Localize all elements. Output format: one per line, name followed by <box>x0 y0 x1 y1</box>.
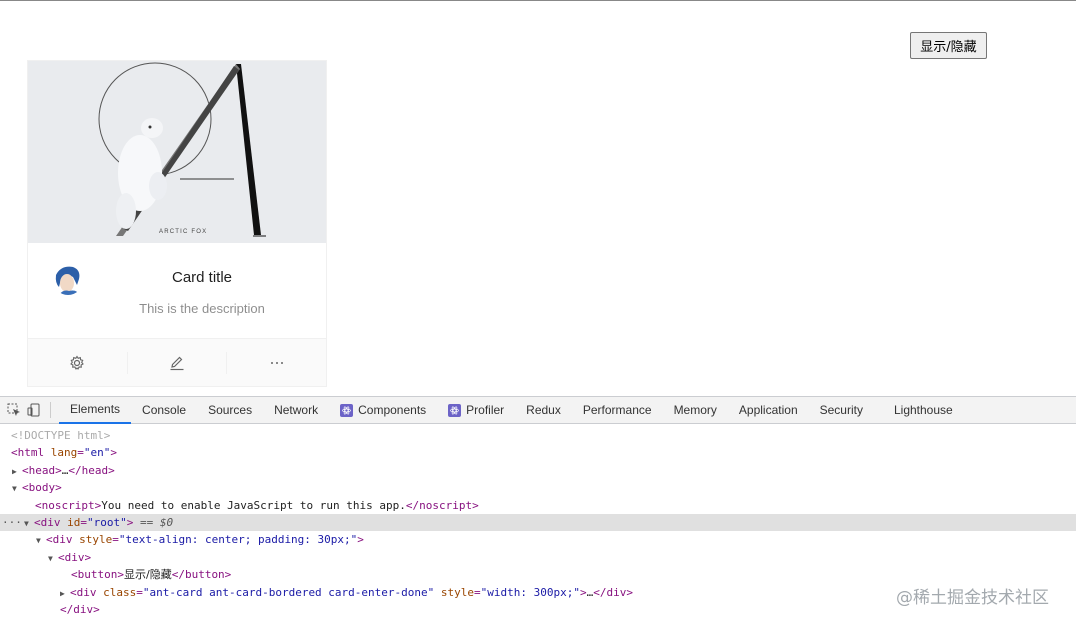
toggle-show-hide-button[interactable]: 显示/隐藏 <box>910 32 987 59</box>
edit-action[interactable] <box>126 351 227 374</box>
tab-components[interactable]: Components <box>329 397 437 424</box>
inspect-element-icon[interactable] <box>4 400 24 420</box>
card-title: Card title <box>171 269 233 286</box>
more-action[interactable] <box>226 351 326 374</box>
edit-icon <box>170 356 184 370</box>
watermark: @稀土掘金技术社区 <box>896 588 1049 608</box>
tab-console[interactable]: Console <box>131 397 197 424</box>
app-page: 显示/隐藏 ARCTIC FOX Card title This is the … <box>0 0 1076 396</box>
dom-wrapper-div[interactable]: ▼ <div style="text-align: center; padding… <box>0 531 1076 548</box>
tab-components-label: Components <box>358 403 427 417</box>
dom-noscript[interactable]: <noscript>You need to enable JavaScript … <box>0 497 1076 514</box>
tab-sources[interactable]: Sources <box>197 397 263 424</box>
tab-redux[interactable]: Redux <box>515 397 572 424</box>
cover-caption: ARCTIC FOX <box>159 229 208 235</box>
more-options-icon[interactable]: ··· <box>2 514 22 531</box>
card-description: This is the description <box>139 301 265 316</box>
dom-body[interactable]: ▼ <body> <box>0 479 1076 496</box>
tab-lighthouse[interactable]: Lighthouse <box>883 397 964 424</box>
dom-root-div[interactable]: ··· ▼ <div id="root"> == $0 <box>0 513 1076 532</box>
tab-application[interactable]: Application <box>728 397 809 424</box>
setting-action[interactable] <box>28 352 127 374</box>
tab-profiler-label: Profiler <box>466 403 505 417</box>
ellipsis-icon <box>270 361 283 364</box>
dom-button[interactable]: <button>显示/隐藏</button> <box>0 566 1076 583</box>
tab-profiler[interactable]: Profiler <box>437 397 515 424</box>
tab-security[interactable]: Security <box>809 397 874 424</box>
card-meta: Card title This is the description <box>28 243 326 339</box>
setting-icon <box>70 355 85 370</box>
dom-head[interactable]: ▶ <head>…</head> <box>0 462 1076 479</box>
react-icon <box>448 403 462 417</box>
react-icon <box>340 403 354 417</box>
device-toolbar-icon[interactable] <box>24 400 44 420</box>
card-cover-image: ARCTIC FOX <box>28 61 326 243</box>
tab-network[interactable]: Network <box>263 397 329 424</box>
tab-elements[interactable]: Elements <box>59 397 132 424</box>
card-actions <box>28 339 326 386</box>
ant-card: ARCTIC FOX Card title This is the descri… <box>27 60 327 387</box>
dom-inner-div[interactable]: ▼ <div> <box>0 549 1076 566</box>
tab-memory[interactable]: Memory <box>663 397 728 424</box>
dom-html[interactable]: <html lang="en"> <box>0 444 1076 461</box>
avatar <box>53 265 83 295</box>
dom-doctype[interactable]: <!DOCTYPE html> <box>0 427 1076 444</box>
devtools-tabbar: Elements Console Sources Network Compone… <box>0 397 1076 424</box>
tab-performance[interactable]: Performance <box>572 397 663 424</box>
